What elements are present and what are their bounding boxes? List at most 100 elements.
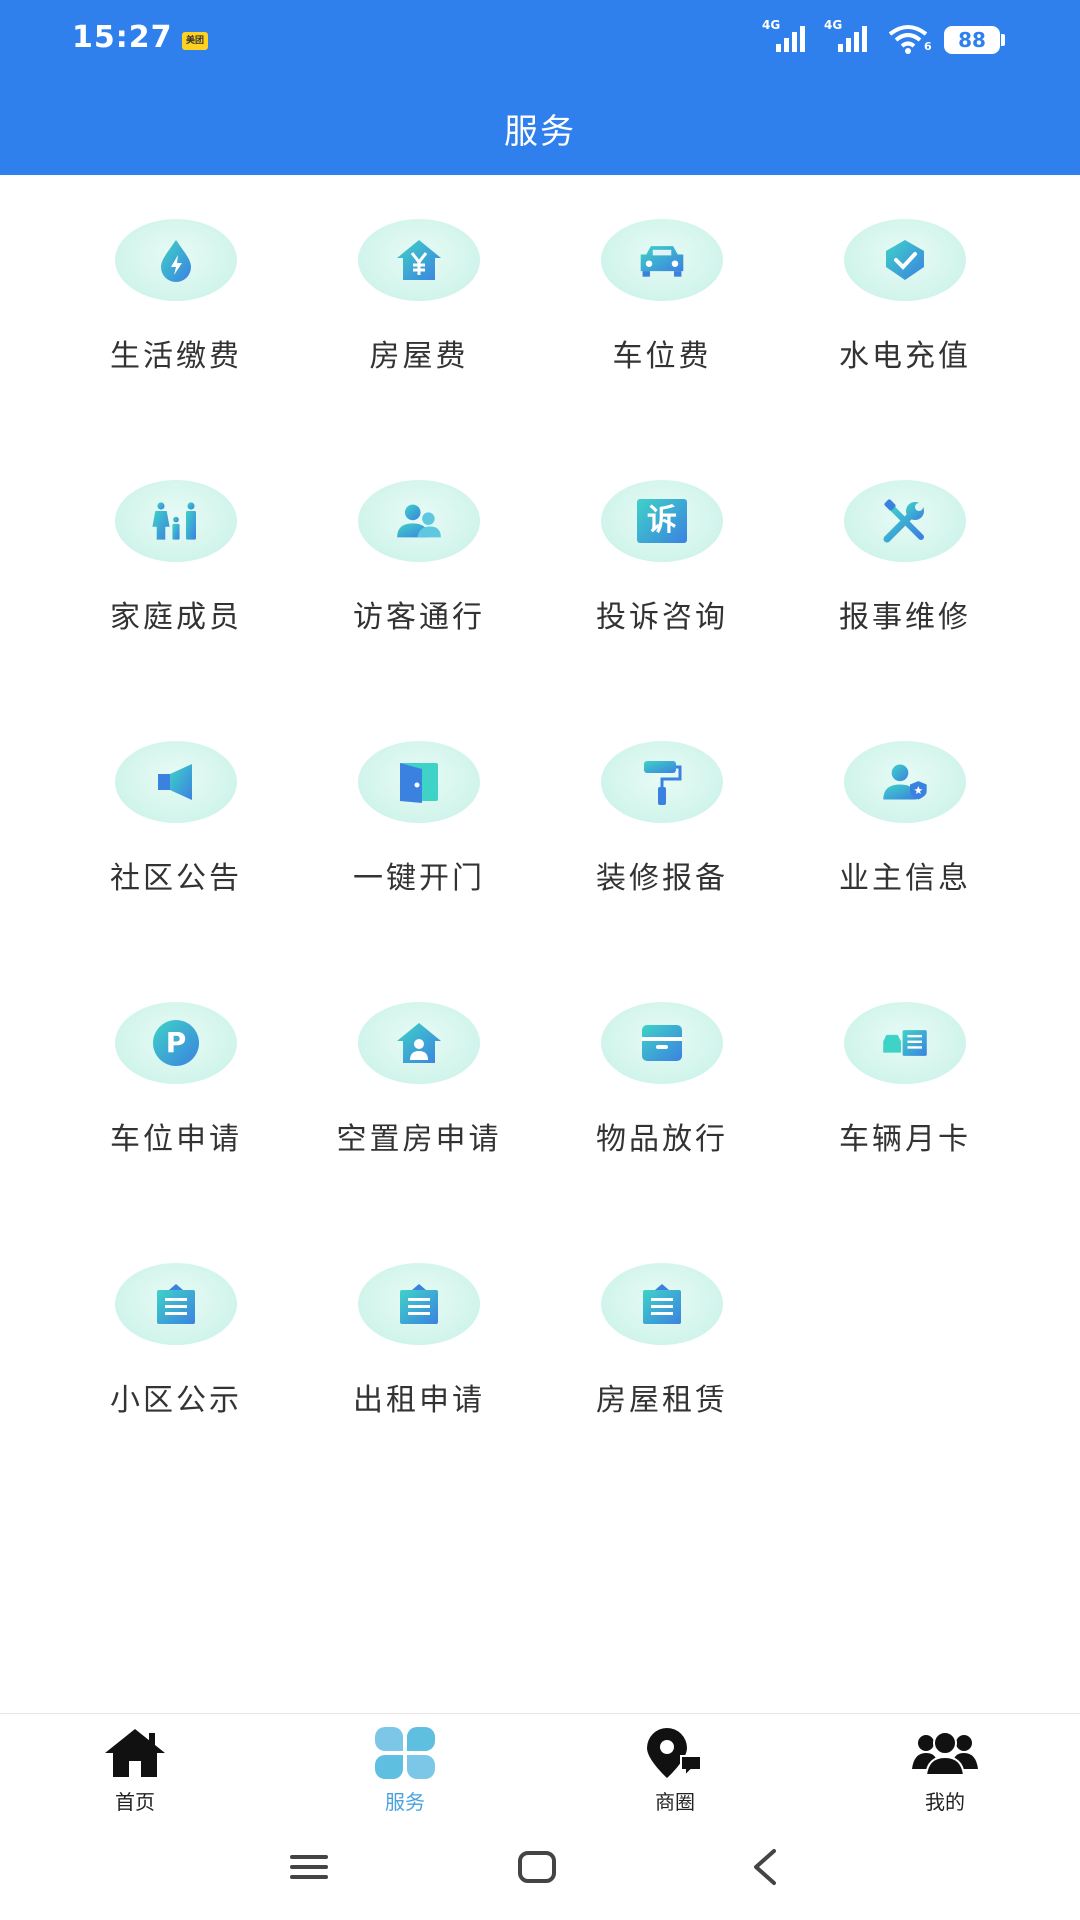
icon-bubble: [358, 1263, 480, 1345]
service-label: 投诉咨询: [596, 600, 728, 635]
wifi-icon: 6: [888, 24, 934, 58]
house-yuan-icon: [394, 235, 444, 285]
service-house-lease[interactable]: 房屋租赁: [541, 1219, 783, 1419]
icon-bubble: [844, 741, 966, 823]
service-label: 业主信息: [839, 861, 971, 896]
service-repair-report[interactable]: 报事维修: [784, 436, 1026, 636]
box-icon: [637, 1018, 687, 1068]
service-house-fee[interactable]: 房屋费: [298, 175, 540, 375]
service-label: 物品放行: [596, 1122, 728, 1157]
icon-bubble: [601, 741, 723, 823]
icon-bubble: [601, 1263, 723, 1345]
service-vehicle-monthly-card[interactable]: 车辆月卡: [784, 958, 1026, 1158]
complaint-icon: 诉: [637, 499, 687, 543]
service-label: 小区公示: [110, 1383, 242, 1418]
back-icon[interactable]: [748, 1847, 782, 1887]
page-title: 服务: [504, 112, 576, 152]
wrench-screwdriver-icon: [880, 496, 930, 546]
tab-label: 我的: [925, 1790, 965, 1814]
service-community-publicity[interactable]: 小区公示: [55, 1219, 297, 1419]
service-label: 生活缴费: [110, 339, 242, 374]
home-icon: [102, 1724, 168, 1782]
service-life-payment[interactable]: 生活缴费: [55, 175, 297, 375]
service-parking-fee[interactable]: 车位费: [541, 175, 783, 375]
menu-icon[interactable]: [288, 1849, 330, 1885]
service-parking-application[interactable]: P 车位申请: [55, 958, 297, 1158]
parking-icon: P: [153, 1020, 199, 1066]
tab-label: 首页: [115, 1790, 155, 1814]
icon-bubble: [601, 219, 723, 301]
top-bar: 15:27 美团 4G 4G 6 88 服务: [0, 0, 1080, 175]
service-label: 访客通行: [353, 600, 485, 635]
service-label: 车位申请: [110, 1122, 242, 1157]
service-label: 房屋费: [369, 339, 469, 374]
service-label: 空置房申请: [336, 1122, 502, 1157]
icon-bubble: [115, 219, 237, 301]
status-bar: 15:27 美团 4G 4G 6 88: [0, 0, 1080, 80]
service-vacant-house-application[interactable]: 空置房申请: [298, 958, 540, 1158]
notice-board-icon: [637, 1279, 687, 1329]
people-icon: [912, 1724, 978, 1782]
service-renovation-report[interactable]: 装修报备: [541, 697, 783, 897]
tab-label: 商圈: [655, 1790, 695, 1814]
family-icon: [151, 496, 201, 546]
service-label: 车位费: [612, 339, 712, 374]
tab-mine[interactable]: 我的: [810, 1714, 1080, 1826]
house-person-icon: [394, 1018, 444, 1068]
notice-board-icon: [151, 1279, 201, 1329]
icon-bubble: [115, 741, 237, 823]
service-community-notice[interactable]: 社区公告: [55, 697, 297, 897]
bottom-tab-bar: 首页 服务 商圈 我的: [0, 1713, 1080, 1825]
service-complaint[interactable]: 诉 投诉咨询: [541, 436, 783, 636]
service-label: 车辆月卡: [839, 1122, 971, 1157]
drop-bolt-icon: [151, 235, 201, 285]
service-label: 报事维修: [839, 600, 971, 635]
tab-label: 服务: [385, 1790, 425, 1814]
service-label: 家庭成员: [110, 600, 242, 635]
icon-bubble: [844, 1002, 966, 1084]
icon-bubble: [115, 480, 237, 562]
service-rental-application[interactable]: 出租申请: [298, 1219, 540, 1419]
car-card-icon: [880, 1018, 930, 1068]
icon-bubble: [115, 1263, 237, 1345]
notice-board-icon: [394, 1279, 444, 1329]
service-one-key-door[interactable]: 一键开门: [298, 697, 540, 897]
icon-bubble: [601, 1002, 723, 1084]
check-shield-icon: [880, 235, 930, 285]
tab-business-circle[interactable]: 商圈: [540, 1714, 810, 1826]
megaphone-icon: [151, 757, 201, 807]
service-visitor-pass[interactable]: 访客通行: [298, 436, 540, 636]
meituan-notification-icon: 美团: [182, 32, 208, 50]
icon-bubble: [358, 741, 480, 823]
door-icon: [394, 757, 444, 807]
clover-grid-icon: [372, 1724, 438, 1782]
service-label: 装修报备: [596, 861, 728, 896]
battery-indicator: 88: [944, 26, 1000, 54]
icon-bubble: P: [115, 1002, 237, 1084]
service-item-release[interactable]: 物品放行: [541, 958, 783, 1158]
icon-bubble: 诉: [601, 480, 723, 562]
service-owner-info[interactable]: 业主信息: [784, 697, 1026, 897]
service-label: 水电充值: [839, 339, 971, 374]
location-chat-icon: [642, 1724, 708, 1782]
system-navigation-bar: [0, 1825, 1080, 1920]
service-label: 社区公告: [110, 861, 242, 896]
owner-badge-icon: [880, 757, 930, 807]
tab-home[interactable]: 首页: [0, 1714, 270, 1826]
icon-bubble: [358, 480, 480, 562]
home-square-icon[interactable]: [516, 1849, 558, 1885]
car-icon: [637, 235, 687, 285]
icon-bubble: [358, 1002, 480, 1084]
visitors-icon: [394, 496, 444, 546]
service-label: 出租申请: [353, 1383, 485, 1418]
battery-tip: [1001, 34, 1005, 46]
service-family-members[interactable]: 家庭成员: [55, 436, 297, 636]
service-utility-recharge[interactable]: 水电充值: [784, 175, 1026, 375]
icon-bubble: [844, 480, 966, 562]
tab-services[interactable]: 服务: [270, 1714, 540, 1826]
service-label: 房屋租赁: [596, 1383, 728, 1418]
icon-bubble: [358, 219, 480, 301]
service-label: 一键开门: [353, 861, 485, 896]
status-time: 15:27: [72, 20, 173, 55]
paint-roller-icon: [637, 757, 687, 807]
